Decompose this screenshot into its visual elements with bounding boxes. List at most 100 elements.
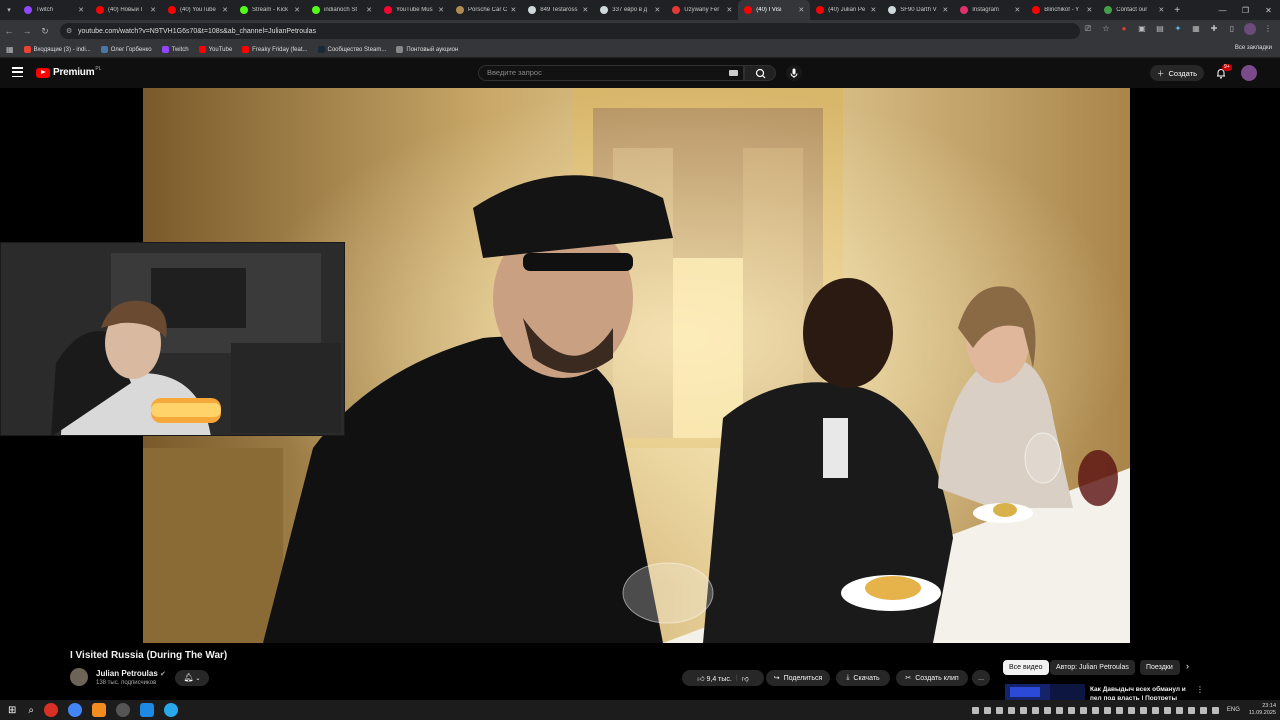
puzzle-icon[interactable]: ✚: [1208, 23, 1220, 35]
chips-next-icon[interactable]: ›: [1186, 661, 1189, 671]
language-indicator[interactable]: ENG: [1227, 707, 1240, 713]
browser-tab[interactable]: Używany Fer ✕: [666, 0, 738, 20]
tray-icon[interactable]: [971, 706, 979, 714]
tray-icon[interactable]: [1091, 706, 1099, 714]
browser-tab[interactable]: YouTube Mus ✕: [378, 0, 450, 20]
browser-tab[interactable]: Twitch ✕: [18, 0, 90, 20]
tray-icon[interactable]: [1079, 706, 1087, 714]
extension-icon[interactable]: ▤: [1154, 23, 1166, 35]
telegram-taskbar-icon[interactable]: [164, 703, 178, 717]
profile-avatar[interactable]: [1244, 23, 1256, 35]
browser-tab[interactable]: 337 евро в д ✕: [594, 0, 666, 20]
browser-tab[interactable]: Blinchikof - Y ✕: [1026, 0, 1098, 20]
cast-icon[interactable]: ⎚: [1082, 23, 1094, 35]
sidepanel-icon[interactable]: ▯: [1226, 23, 1238, 35]
tray-icon[interactable]: [1127, 706, 1135, 714]
tab-close-icon[interactable]: ✕: [798, 6, 804, 14]
chip-travel[interactable]: Поездки: [1140, 660, 1180, 675]
extension-icon[interactable]: ▣: [1136, 23, 1148, 35]
new-tab-button[interactable]: +: [1174, 5, 1180, 16]
app-blue-taskbar-icon[interactable]: [140, 703, 154, 717]
browser-tab[interactable]: (40) YouTube ✕: [162, 0, 234, 20]
tab-close-icon[interactable]: ✕: [366, 6, 372, 14]
bookmark-item[interactable]: Freaky Friday (feat...: [242, 46, 308, 53]
browser-tab[interactable]: Contact our ✕: [1098, 0, 1170, 20]
download-button[interactable]: ⤓ Скачать: [836, 670, 890, 686]
apps-icon[interactable]: ▦: [6, 45, 14, 54]
tab-close-icon[interactable]: ✕: [222, 6, 228, 14]
more-actions-button[interactable]: ...: [972, 670, 990, 686]
browser-tab[interactable]: (40) I Visi ✕: [738, 0, 811, 20]
tray-icon[interactable]: [983, 706, 991, 714]
tray-icon[interactable]: [1139, 706, 1147, 714]
bookmark-star-icon[interactable]: ☆: [1100, 23, 1112, 35]
channel-avatar[interactable]: [70, 668, 88, 686]
tray-icon[interactable]: [1055, 706, 1063, 714]
tab-close-icon[interactable]: ✕: [1086, 6, 1092, 14]
tray-icon[interactable]: [1019, 706, 1027, 714]
browser-tab[interactable]: (40) Julian Pe ✕: [810, 0, 882, 20]
tab-close-icon[interactable]: ✕: [1014, 6, 1020, 14]
bookmark-item[interactable]: Понтовый аукцион: [396, 46, 458, 53]
tab-close-icon[interactable]: ✕: [942, 6, 948, 14]
tray-icon[interactable]: [1103, 706, 1111, 714]
share-button[interactable]: ↪ Поделиться: [766, 670, 830, 686]
tab-close-icon[interactable]: ✕: [150, 6, 156, 14]
back-icon[interactable]: ←: [0, 26, 18, 36]
windows-start-icon[interactable]: ⊞: [8, 705, 16, 716]
browser-taskbar-icon[interactable]: [68, 703, 82, 717]
tray-icon[interactable]: [1031, 706, 1039, 714]
bookmark-item[interactable]: YouTube: [198, 46, 232, 53]
tray-icon[interactable]: [1043, 706, 1051, 714]
all-bookmarks[interactable]: Все закладки: [1235, 45, 1272, 51]
menu-hamburger-icon[interactable]: [12, 67, 23, 77]
channel-name[interactable]: Julian Petroulas ✔: [96, 669, 166, 678]
extension-icon[interactable]: ▦: [1190, 23, 1202, 35]
account-avatar[interactable]: [1241, 65, 1257, 81]
bookmark-item[interactable]: Twitch: [161, 46, 189, 53]
browser-tab[interactable]: Instagram ✕: [954, 0, 1026, 20]
youtube-logo[interactable]: Premium PL: [36, 66, 102, 78]
restore-icon[interactable]: ❐: [1234, 6, 1257, 15]
tray-icon[interactable]: [1187, 706, 1195, 714]
tab-close-icon[interactable]: ✕: [582, 6, 588, 14]
chip-author[interactable]: Автор: Julian Petroulas: [1050, 660, 1135, 675]
create-button[interactable]: ＋ Создать: [1150, 65, 1204, 81]
tab-close-icon[interactable]: ✕: [438, 6, 444, 14]
thumbs-down-icon[interactable]: 👎︎: [742, 674, 749, 683]
tray-icon[interactable]: [1211, 706, 1219, 714]
extension-icon[interactable]: ✦: [1172, 23, 1184, 35]
subscription-bell-button[interactable]: 🔔︎ ⌄: [175, 670, 209, 686]
app-taskbar-icon[interactable]: [92, 703, 106, 717]
browser-tab[interactable]: (40) Новый I ✕: [90, 0, 162, 20]
browser-tab[interactable]: Porsche Car C ✕: [450, 0, 522, 20]
bookmark-item[interactable]: Сообщество Steam...: [317, 46, 386, 53]
explorer-taskbar-icon[interactable]: [116, 703, 130, 717]
browser-tab[interactable]: indianoch St ✕: [306, 0, 378, 20]
menu-dots-icon[interactable]: ⋮: [1262, 23, 1274, 35]
tab-close-icon[interactable]: ✕: [726, 6, 732, 14]
tray-icon[interactable]: [1115, 706, 1123, 714]
tray-icon[interactable]: [995, 706, 1003, 714]
tray-icon[interactable]: [1163, 706, 1171, 714]
forward-icon[interactable]: →: [18, 26, 36, 36]
tab-close-icon[interactable]: ✕: [78, 6, 84, 14]
browser-tab[interactable]: Stream - Kick ✕: [234, 0, 306, 20]
tray-icon[interactable]: [1067, 706, 1075, 714]
rec-menu-icon[interactable]: ⋮: [1196, 685, 1204, 694]
search-input[interactable]: Введите запрос: [478, 65, 744, 81]
voice-search-button[interactable]: [786, 65, 802, 81]
create-clip-button[interactable]: ✂ Создать клип: [896, 670, 968, 686]
reload-icon[interactable]: ↻: [36, 26, 54, 37]
minimize-icon[interactable]: —: [1211, 6, 1234, 15]
tab-close-icon[interactable]: ✕: [294, 6, 300, 14]
tray-icon[interactable]: [1199, 706, 1207, 714]
browser-tab[interactable]: 849 Testaross ✕: [522, 0, 594, 20]
bookmark-item[interactable]: Входящие (3) - indi...: [23, 46, 91, 53]
clock[interactable]: 23:14 11.09.2025: [1249, 703, 1276, 717]
chip-all-videos[interactable]: Все видео: [1003, 660, 1049, 675]
tab-close-icon[interactable]: ✕: [1158, 6, 1164, 14]
tab-close-icon[interactable]: ✕: [510, 6, 516, 14]
chrome-taskbar-icon[interactable]: [44, 703, 58, 717]
keyboard-icon[interactable]: [729, 70, 738, 76]
